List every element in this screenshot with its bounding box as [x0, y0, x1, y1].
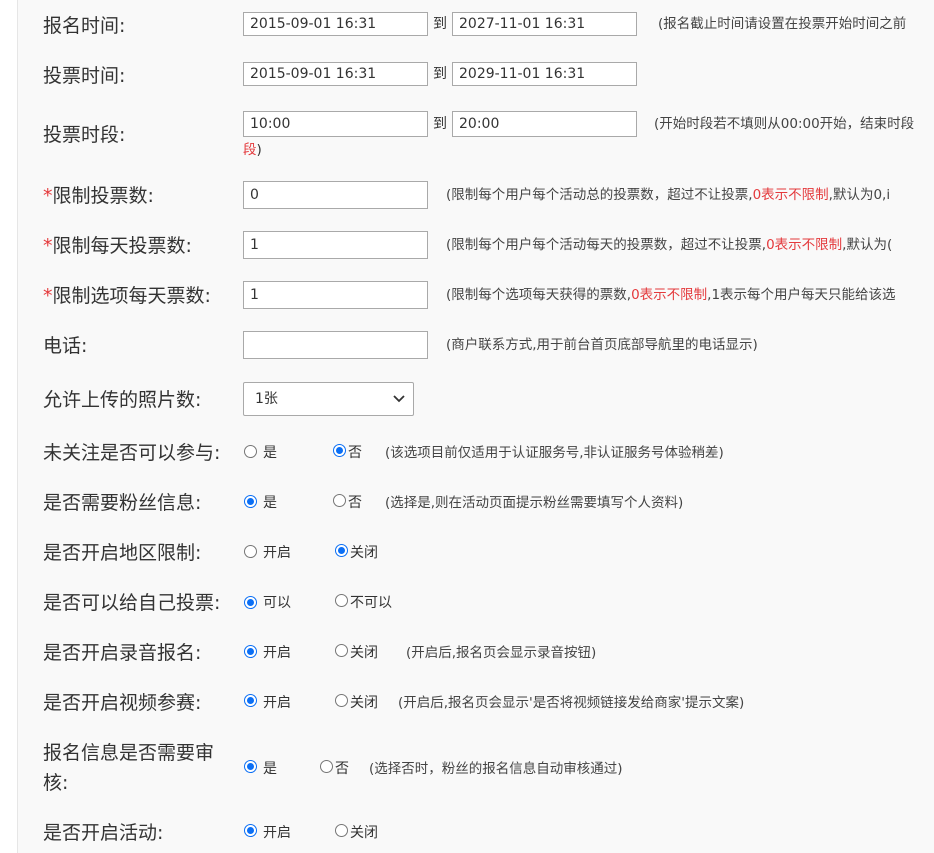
unfollow-radio-yes[interactable] — [244, 445, 257, 458]
vote-end-input[interactable] — [452, 62, 637, 86]
limit-option-text: 限制选项每天票数: — [52, 285, 211, 307]
video-on-label: 开启 — [263, 695, 291, 711]
signup-end-input[interactable] — [452, 12, 637, 36]
limit-option-hint-post: ,1表示每个用户每天只能给该选 — [707, 287, 896, 303]
limit-votes-label: *限制投票数: — [43, 181, 154, 211]
activity-label: 是否开启活动: — [43, 822, 164, 844]
self-vote-yes-label: 可以 — [263, 595, 291, 611]
audio-on-label: 开启 — [263, 645, 291, 661]
photos-label: 允许上传的照片数: — [43, 389, 202, 411]
region-label: 是否开启地区限制: — [43, 542, 202, 564]
fans-info-radio-no[interactable] — [333, 494, 346, 507]
audit-label: 报名信息是否需要审核: — [43, 742, 215, 794]
required-mark: * — [43, 235, 53, 257]
signup-time-label: 报名时间: — [43, 15, 126, 37]
audit-radio-no[interactable] — [320, 760, 333, 773]
region-radio-on[interactable] — [244, 545, 257, 558]
fans-info-radio-yes[interactable] — [244, 495, 257, 508]
limit-votes-hint-red: 0表示不限制 — [752, 187, 829, 203]
audio-radio-on[interactable] — [244, 645, 257, 658]
fans-info-label: 是否需要粉丝信息: — [43, 492, 202, 514]
limit-votes-hint-pre: (限制每个用户每个活动总的投票数，超过不让投票, — [446, 187, 753, 203]
unfollow-hint: (该选项目前仅适用于认证服务号,非认证服务号体验稍差) — [385, 445, 724, 461]
video-hint: (开启后,报名页会显示'是否将视频链接发给商家'提示文案) — [398, 695, 745, 711]
video-label: 是否开启视频参赛: — [43, 692, 202, 714]
required-mark: * — [43, 285, 53, 307]
vote-to-text: 到 — [433, 66, 447, 82]
audit-yes-label: 是 — [263, 761, 277, 777]
signup-to-text: 到 — [433, 16, 447, 32]
audit-radio-yes[interactable] — [244, 760, 257, 773]
vote-start-input[interactable] — [243, 62, 428, 86]
limit-votes-hint-post: ,默认为0,i — [828, 187, 891, 203]
required-mark: * — [43, 185, 53, 207]
vote-period-hint-cont: 段) — [243, 140, 262, 160]
audit-hint: (选择否时，粉丝的报名信息自动审核通过) — [369, 761, 623, 777]
self-vote-radio-yes[interactable] — [244, 596, 257, 609]
period-end-input[interactable] — [452, 111, 637, 137]
phone-hint: (商户联系方式,用于前台首页底部导航里的电话显示) — [446, 337, 758, 353]
phone-label: 电话: — [43, 335, 88, 357]
limit-daily-text: 限制每天投票数: — [52, 235, 192, 257]
signup-time-hint: (报名截止时间请设置在投票开始时间之前 — [658, 16, 907, 32]
audit-no-label: 否 — [335, 761, 349, 777]
activity-off-label: 关闭 — [350, 825, 378, 841]
fans-info-hint: (选择是,则在活动页面提示粉丝需要填写个人资料) — [385, 495, 684, 511]
period-start-input[interactable] — [243, 111, 428, 137]
unfollow-no-label: 否 — [348, 445, 362, 461]
limit-daily-hint-red: 0表示不限制 — [766, 237, 843, 253]
unfollow-radio-no[interactable] — [333, 444, 346, 457]
video-radio-on[interactable] — [244, 694, 257, 707]
limit-option-hint: (限制每个选项每天获得的票数,0表示不限制,1表示每个用户每天只能给该选 — [446, 283, 896, 307]
fans-info-no-label: 否 — [348, 495, 362, 511]
audio-radio-off[interactable] — [335, 644, 348, 657]
chevron-down-icon — [393, 383, 405, 415]
audio-label: 是否开启录音报名: — [43, 642, 202, 664]
region-off-label: 关闭 — [350, 545, 378, 561]
fans-info-yes-label: 是 — [263, 495, 277, 511]
limit-daily-label: *限制每天投票数: — [43, 231, 192, 261]
vote-period-hint-red: 段 — [243, 142, 257, 158]
unfollow-label: 未关注是否可以参与: — [43, 442, 221, 464]
unfollow-yes-label: 是 — [263, 445, 277, 461]
limit-votes-hint: (限制每个用户每个活动总的投票数，超过不让投票,0表示不限制,默认为0,i — [446, 183, 890, 207]
vote-period-hint-close: ) — [256, 142, 262, 158]
limit-option-hint-red: 0表示不限制 — [631, 287, 708, 303]
self-vote-no-label: 不可以 — [350, 595, 392, 611]
activity-on-label: 开启 — [263, 825, 291, 841]
photos-select-value: 1张 — [255, 391, 278, 407]
vote-time-label: 投票时间: — [43, 65, 126, 87]
limit-votes-input[interactable] — [243, 181, 428, 209]
period-to-text: 到 — [433, 116, 447, 132]
vote-period-label: 投票时段: — [43, 124, 126, 146]
audio-off-label: 关闭 — [350, 645, 378, 661]
activity-radio-on[interactable] — [244, 824, 257, 837]
limit-daily-hint-post: ,默认为( — [842, 237, 893, 253]
limit-daily-hint: (限制每个用户每个活动每天的投票数，超过不让投票,0表示不限制,默认为( — [446, 233, 892, 257]
self-vote-radio-no[interactable] — [335, 594, 348, 607]
photos-select[interactable]: 1张 — [243, 382, 414, 416]
audio-hint: (开启后,报名页会显示录音按钮) — [406, 645, 597, 661]
self-vote-label: 是否可以给自己投票: — [43, 592, 221, 614]
video-off-label: 关闭 — [350, 695, 378, 711]
phone-input[interactable] — [243, 331, 428, 359]
limit-option-input[interactable] — [243, 281, 428, 309]
signup-start-input[interactable] — [243, 12, 428, 36]
region-radio-off[interactable] — [335, 544, 348, 557]
limit-votes-text: 限制投票数: — [52, 185, 154, 207]
limit-daily-input[interactable] — [243, 231, 428, 259]
limit-option-hint-pre: (限制每个选项每天获得的票数, — [446, 287, 632, 303]
limit-daily-hint-pre: (限制每个用户每个活动每天的投票数，超过不让投票, — [446, 237, 767, 253]
limit-option-label: *限制选项每天票数: — [43, 281, 211, 311]
video-radio-off[interactable] — [335, 694, 348, 707]
region-on-label: 开启 — [263, 545, 291, 561]
vote-period-hint: (开始时段若不填则从00:00开始，结束时段 — [654, 116, 915, 132]
activity-radio-off[interactable] — [335, 824, 348, 837]
